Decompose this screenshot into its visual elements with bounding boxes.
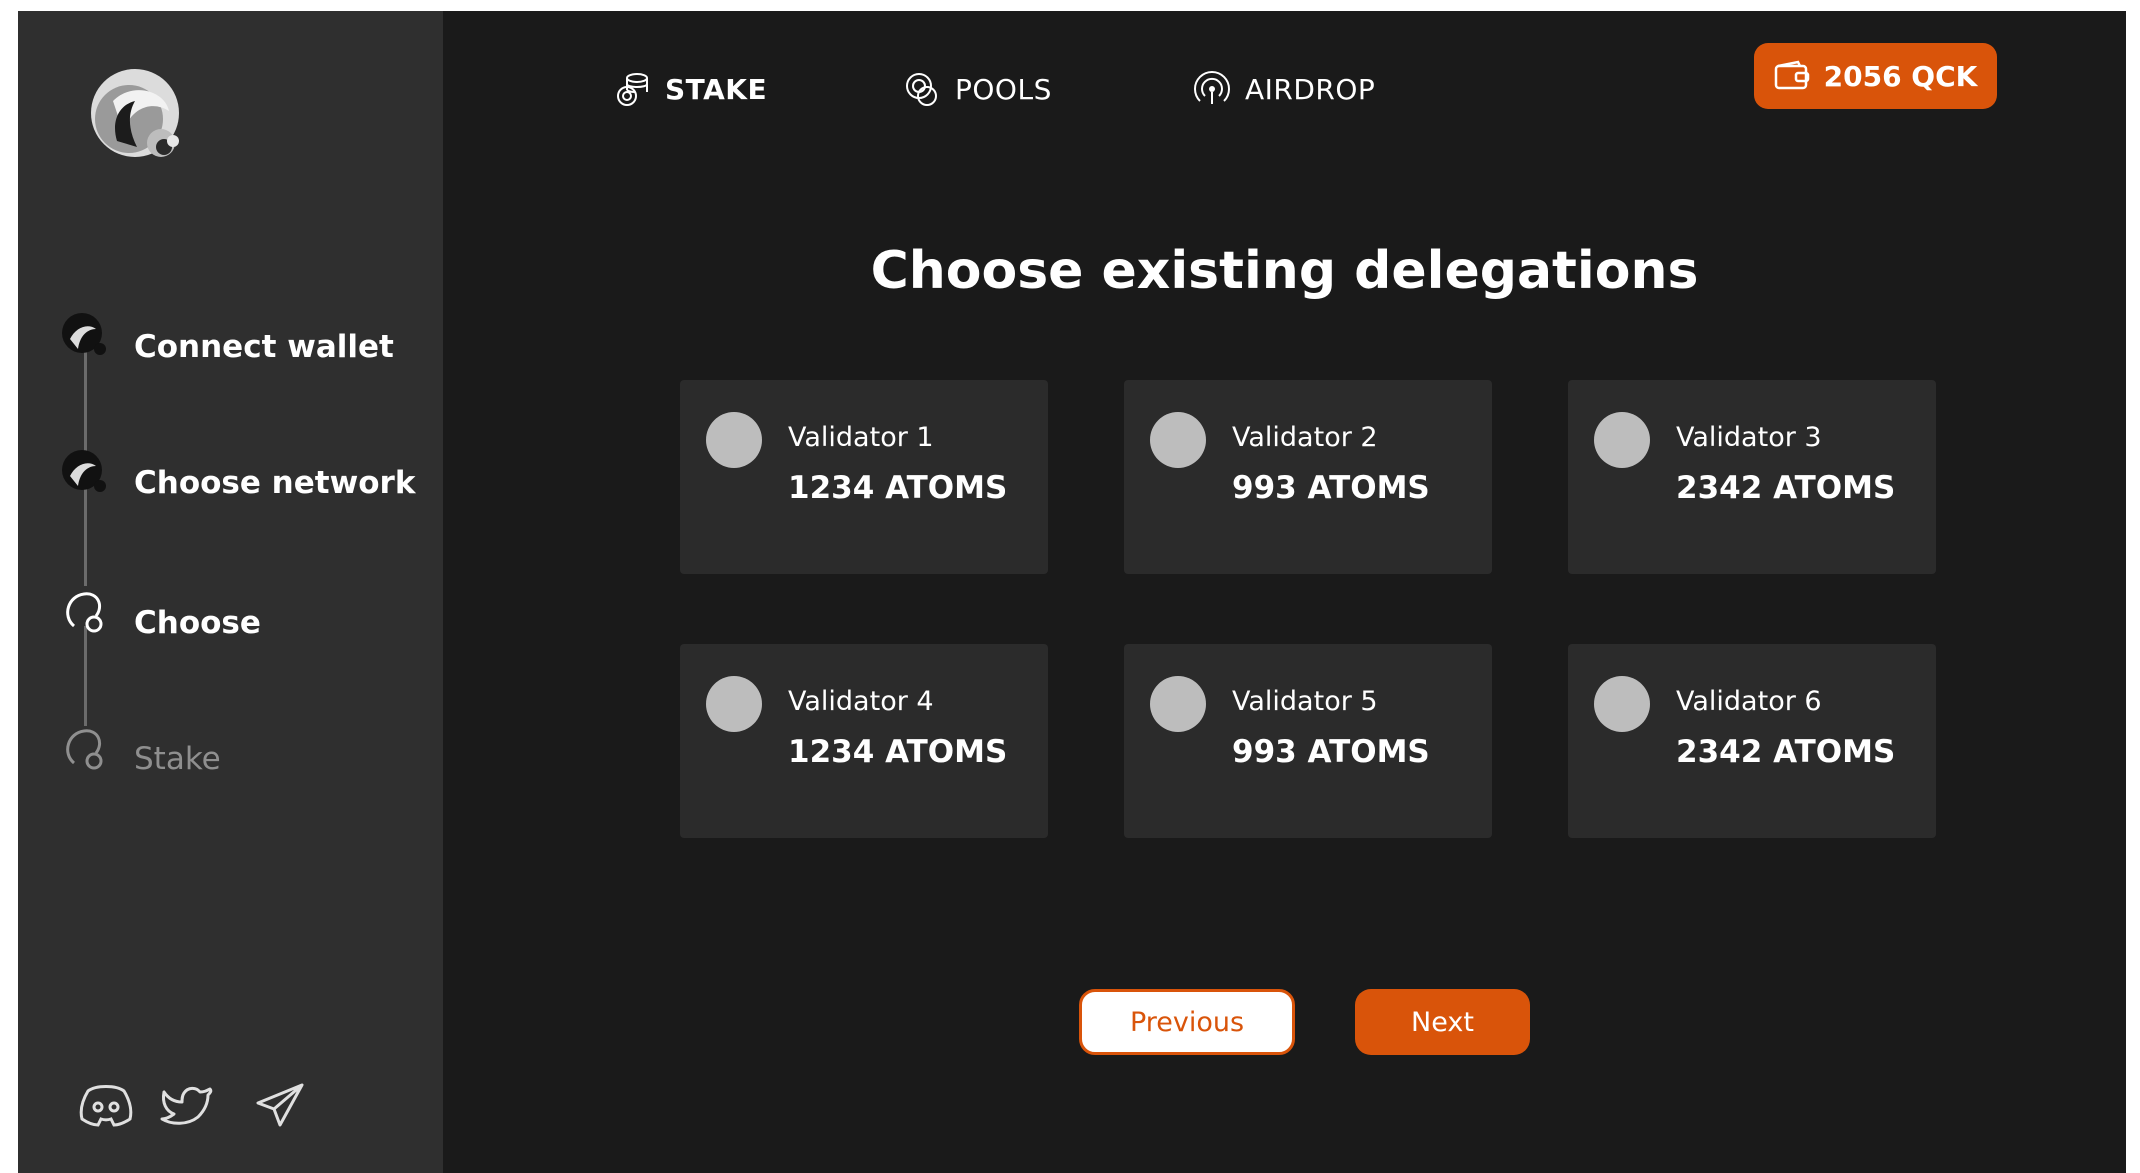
validator-name: Validator 2	[1232, 422, 1378, 453]
validator-radio[interactable]	[706, 412, 762, 468]
sidebar: Connect wallet Choose network Choose Sta…	[18, 11, 443, 1173]
validator-name: Validator 3	[1676, 422, 1822, 453]
coins-icon	[906, 73, 937, 106]
validator-card-5[interactable]: Validator 5 993 ATOMS	[1124, 644, 1492, 838]
next-button[interactable]: Next	[1355, 989, 1530, 1055]
validator-card-6[interactable]: Validator 6 2342 ATOMS	[1568, 644, 1936, 838]
step-label-connect-wallet: Connect wallet	[134, 329, 394, 365]
step-connector	[84, 626, 87, 726]
validator-name: Validator 4	[788, 686, 934, 717]
nav-pools[interactable]: POOLS	[903, 59, 1052, 119]
validator-amount: 2342 ATOMS	[1676, 734, 1896, 770]
validator-card-4[interactable]: Validator 4 1234 ATOMS	[680, 644, 1048, 838]
validator-amount: 993 ATOMS	[1232, 470, 1430, 506]
validator-amount: 2342 ATOMS	[1676, 470, 1896, 506]
validator-radio[interactable]	[1150, 412, 1206, 468]
validator-radio[interactable]	[706, 676, 762, 732]
step-label-stake: Stake	[134, 741, 221, 777]
twitter-icon[interactable]	[160, 1081, 216, 1129]
wallet-icon	[1774, 60, 1809, 90]
validator-radio[interactable]	[1594, 412, 1650, 468]
nav-label-pools: POOLS	[955, 72, 1052, 106]
validator-name: Validator 1	[788, 422, 934, 453]
step-current-icon	[66, 592, 103, 633]
validator-card-2[interactable]: Validator 2 993 ATOMS	[1124, 380, 1492, 574]
validator-radio[interactable]	[1594, 676, 1650, 732]
nav-label-airdrop: AIRDROP	[1245, 72, 1376, 106]
step-connector	[84, 486, 87, 586]
telegram-icon[interactable]	[252, 1081, 308, 1129]
validator-amount: 993 ATOMS	[1232, 734, 1430, 770]
validator-amount: 1234 ATOMS	[788, 734, 1008, 770]
app-window: Connect wallet Choose network Choose Sta…	[18, 11, 2126, 1173]
step-done-icon	[62, 450, 106, 492]
validator-amount: 1234 ATOMS	[788, 470, 1008, 506]
quicksilver-logo	[91, 69, 179, 157]
step-done-icon	[62, 313, 106, 355]
wallet-balance-button[interactable]: 2056 QCK	[1754, 43, 1997, 109]
previous-button[interactable]: Previous	[1079, 989, 1295, 1055]
validator-name: Validator 6	[1676, 686, 1822, 717]
step-connector	[84, 351, 87, 451]
nav-label-stake: STAKE	[665, 72, 768, 106]
nav-airdrop[interactable]: AIRDROP	[1193, 59, 1375, 119]
nav-stake[interactable]: STAKE	[613, 59, 767, 119]
coins-stack-icon	[617, 73, 648, 106]
step-label-choose-network: Choose network	[134, 465, 416, 501]
step-pending-icon	[66, 729, 103, 770]
step-label-choose: Choose	[134, 605, 261, 641]
page-title: Choose existing delegations	[870, 241, 1699, 301]
validator-radio[interactable]	[1150, 676, 1206, 732]
wallet-balance: 2056 QCK	[1823, 59, 1978, 93]
main-content: STAKE POOLS AIRDROP 2056 QCK Choose exis…	[443, 11, 2126, 1173]
validator-name: Validator 5	[1232, 686, 1378, 717]
validator-card-3[interactable]: Validator 3 2342 ATOMS	[1568, 380, 1936, 574]
validator-card-1[interactable]: Validator 1 1234 ATOMS	[680, 380, 1048, 574]
discord-icon[interactable]	[78, 1081, 134, 1129]
broadcast-icon	[1194, 70, 1230, 104]
